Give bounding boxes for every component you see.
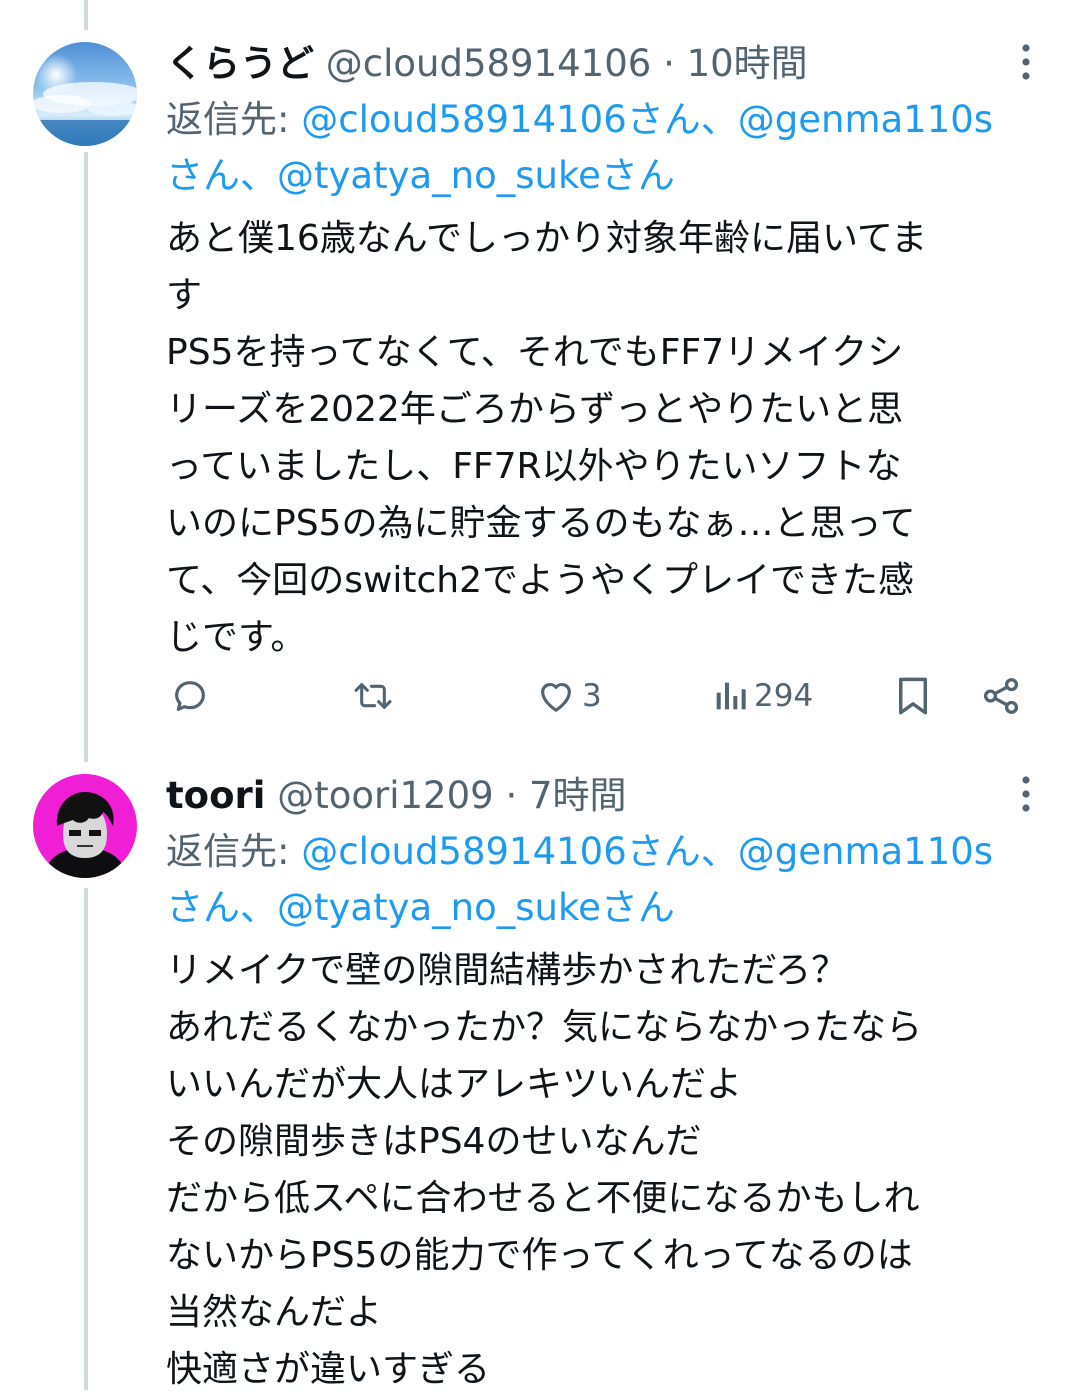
reply-to-line: 返信先: @cloud58914106さん、@genma110s さん、@tyat… (166, 824, 1040, 936)
reply-to-separator: 、 (700, 830, 738, 873)
reply-to-mention[interactable]: @tyatya_no_sukeさん (277, 886, 675, 929)
reply-icon (175, 681, 205, 711)
avatar[interactable] (33, 42, 137, 146)
retweet-icon (354, 683, 392, 709)
tweet-text-line: その隙間歩きはPS4のせいなんだ (166, 1121, 702, 1162)
reply-to-separator: 、 (700, 98, 738, 141)
avatar-person-image (33, 774, 137, 878)
tweet-text-line: 快適さが違いすぎる (166, 1349, 491, 1390)
bookmark-button[interactable] (894, 666, 932, 726)
tweet[interactable]: toori @toori1209 · 7時間 返信先: @cloud589141… (0, 762, 1080, 1390)
reply-to-separator: 、 (240, 886, 277, 929)
reply-to-prefix: 返信先: (166, 830, 302, 873)
timestamp[interactable]: 7時間 (529, 774, 627, 817)
reply-to-mention[interactable]: @genma110s (738, 98, 993, 141)
heart-icon (541, 682, 571, 712)
tweet-text-line: いのにPS5の為に貯金するのもなぁ…と思って (166, 503, 916, 544)
separator: · (663, 42, 675, 85)
reply-to-mention[interactable]: @tyatya_no_sukeさん (277, 154, 675, 197)
share-button[interactable] (980, 666, 1022, 726)
tweet-text-line: ないからPS5の能力で作ってくれってなるのは (166, 1235, 913, 1276)
tweet-text-line: リメイクで壁の隙間結構歩かされただろ？ (166, 950, 848, 991)
timestamp[interactable]: 10時間 (687, 42, 808, 85)
tweet-text-line: いいんだが大人はアレキツいんだよ (166, 1064, 743, 1105)
tweet-text-line: あれだるくなかったか？気にならなかったなら (166, 1007, 923, 1048)
retweet-button[interactable] (352, 666, 394, 726)
like-count: 3 (582, 678, 602, 714)
tweet-header: toori @toori1209 · 7時間 (166, 766, 1040, 826)
reply-to-line: 返信先: @cloud58914106さん、@genma110s さん、@tyat… (166, 92, 1040, 204)
avatar[interactable] (33, 774, 137, 878)
tweet-text-line: じです。 (166, 617, 307, 658)
views-count: 294 (754, 678, 814, 714)
tweet-text-line: て、今回のswitch2でようやくプレイできた感 (166, 560, 915, 601)
avatar-sky-image (33, 42, 137, 146)
like-button[interactable]: 3 (536, 666, 602, 726)
reply-to-mention[interactable]: @cloud58914106さん (301, 830, 701, 873)
tweet[interactable]: くらうど @cloud58914106 · 10時間 返信先: @cloud58… (0, 0, 1080, 760)
tweet-text-line: あと僕16歳なんでしっかり対象年齢に届いてま (166, 218, 928, 259)
separator: · (505, 774, 518, 817)
tweet-text: リメイクで壁の隙間結構歩かされただろ？ あれだるくなかったか？気にならなかったな… (166, 942, 1040, 1398)
views-icon (716, 682, 746, 710)
tweet-text-line: っていましたし、FF7R以外やりたいソフトな (166, 446, 902, 487)
tweet-text-line: す (166, 275, 203, 316)
tweet-header: くらうど @cloud58914106 · 10時間 (166, 34, 1040, 94)
display-name[interactable]: くらうど (166, 42, 314, 85)
reply-button[interactable] (170, 666, 210, 726)
reply-to-mention-suffix[interactable]: さん (166, 154, 240, 197)
tweet-action-bar: 3 294 (166, 666, 1040, 726)
more-options-icon[interactable] (1012, 772, 1040, 816)
user-handle[interactable]: @toori1209 (277, 774, 493, 817)
bookmark-icon (899, 677, 927, 715)
views-button[interactable]: 294 (712, 666, 813, 726)
tweet-text-line: PS5を持ってなくて、それでもFF7リメイクシ (166, 332, 904, 373)
reply-to-mention[interactable]: @genma110s (738, 830, 993, 873)
tweet-text: あと僕16歳なんでしっかり対象年齢に届いてま す PS5を持ってなくて、それでも… (166, 210, 1040, 666)
user-handle[interactable]: @cloud58914106 (326, 42, 652, 85)
tweet-text-line: 当然なんだよ (166, 1292, 383, 1333)
reply-to-mention[interactable]: @cloud58914106さん (301, 98, 701, 141)
reply-to-prefix: 返信先: (166, 98, 302, 141)
tweet-text-line: リーズを2022年ごろからずっとやりたいと思 (166, 389, 904, 430)
reply-to-separator: 、 (240, 154, 277, 197)
more-options-icon[interactable] (1012, 40, 1040, 84)
reply-to-mention-suffix[interactable]: さん (166, 886, 240, 929)
share-icon (983, 678, 1019, 714)
tweet-text-line: だから低スペに合わせると不便になるかもしれ (166, 1178, 920, 1219)
display-name[interactable]: toori (166, 774, 265, 817)
